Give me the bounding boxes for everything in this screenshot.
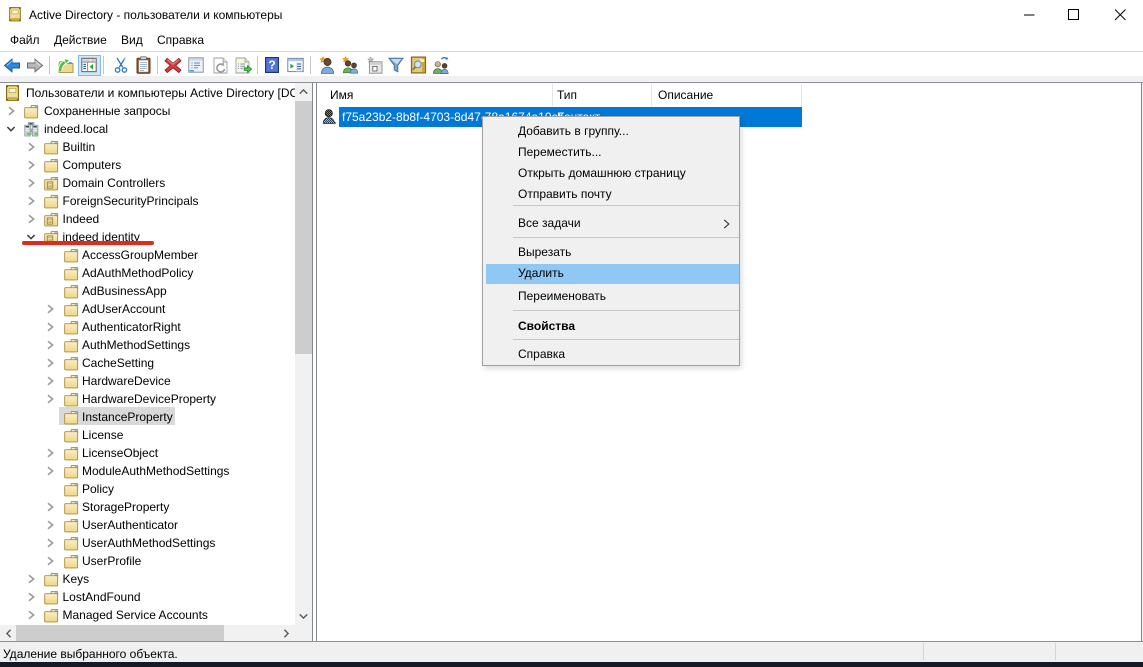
svg-text:?: ?: [268, 58, 275, 72]
